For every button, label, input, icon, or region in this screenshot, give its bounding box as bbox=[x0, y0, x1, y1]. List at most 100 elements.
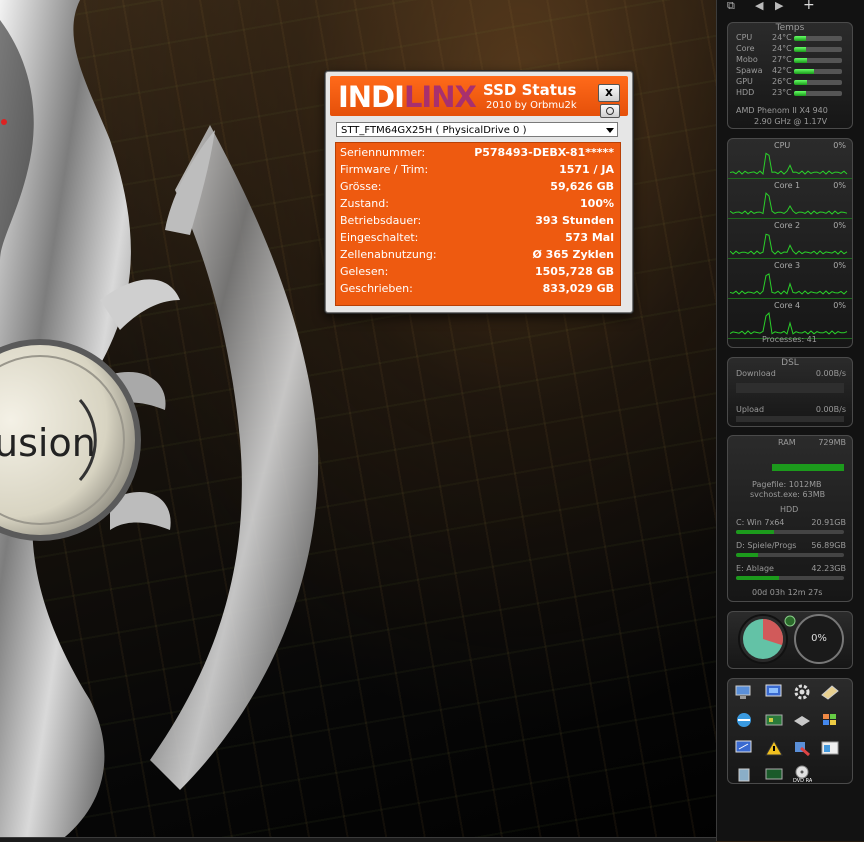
launcher-gadget[interactable]: DVD RAM bbox=[727, 678, 853, 784]
temps-gadget[interactable]: Temps CPU 24°C Core 24°C Mobo 27°C Spawa 42°C GP… bbox=[727, 22, 853, 129]
meter-percent: 0% bbox=[811, 633, 827, 644]
pagefile-value: Pagefile: 1012MB bbox=[752, 480, 822, 489]
temp-bar bbox=[794, 36, 842, 41]
cpu-model: AMD Phenom II X4 940 bbox=[736, 106, 828, 115]
cpu-gadget[interactable]: CPU 0% Core 1 0% Core 2 0% Core 3 0% Core 4 0% Pr… bbox=[727, 138, 853, 348]
notes-icon[interactable] bbox=[820, 683, 840, 701]
hdd-drive-name: C: Win 7x64 bbox=[736, 518, 785, 527]
temp-sensor-value: 24°C bbox=[772, 33, 792, 42]
uptime: 00d 03h 12m 27s bbox=[752, 588, 823, 597]
cpu-line-graph bbox=[730, 192, 848, 215]
temp-sensor-name: Spawa bbox=[736, 66, 763, 75]
hardware-card-icon[interactable] bbox=[764, 711, 784, 729]
cpu-graph-percent: 0% bbox=[833, 181, 846, 190]
hdd-usage-bar bbox=[736, 576, 844, 580]
window-subtitle: 2010 by Orbmu2k bbox=[486, 100, 577, 111]
cpu-line-graph bbox=[730, 273, 848, 295]
cpu-graphs: CPU 0% Core 1 0% Core 2 0% Core 3 0% Core 4 0% bbox=[728, 139, 852, 339]
info-row-read: Gelesen: 1505,728 GB bbox=[340, 265, 614, 278]
fusion-logo-text: usion bbox=[0, 421, 96, 465]
cpu-graph-percent: 0% bbox=[833, 261, 846, 270]
temp-bar bbox=[794, 47, 842, 52]
add-gadget-button[interactable]: + bbox=[803, 0, 815, 13]
temp-sensor-name: CPU bbox=[736, 33, 753, 42]
temp-sensor-name: Core bbox=[736, 44, 755, 53]
computer-icon[interactable] bbox=[734, 683, 754, 701]
cpu-line-graph bbox=[730, 152, 848, 176]
window-icon[interactable] bbox=[820, 739, 840, 757]
cpu-graph-label: Core 4 bbox=[774, 301, 801, 310]
sidebar-toolbar: ⧉ ◀ ▶ + bbox=[717, 0, 864, 14]
top-process: svchost.exe: 63MB bbox=[750, 490, 826, 499]
internet-explorer-icon[interactable] bbox=[734, 711, 754, 729]
gadget-sidebar: ⧉ ◀ ▶ + Temps CPU 24°C Core 24°C Mobo 27°C Spa… bbox=[716, 0, 864, 841]
cpu-graph-percent: 0% bbox=[833, 301, 846, 310]
temp-sensor-value: 42°C bbox=[772, 66, 792, 75]
close-button[interactable]: x bbox=[598, 84, 620, 102]
network-gadget[interactable]: DSL Download 0.00B/s Upload 0.00B/s bbox=[727, 357, 853, 427]
cpu-graph-percent: 0% bbox=[833, 221, 846, 230]
remote-desktop-icon[interactable] bbox=[734, 739, 754, 757]
cpu-graph-label: Core 1 bbox=[774, 181, 801, 190]
info-row-firmware: Firmware / Trim: 1571 / JA bbox=[340, 163, 614, 176]
temp-sensor-name: Mobo bbox=[736, 55, 758, 64]
chevron-down-icon bbox=[606, 128, 614, 133]
screenshot-icon[interactable] bbox=[600, 104, 620, 118]
temp-sensor-value: 26°C bbox=[772, 77, 792, 86]
cpu-graph-core-4: Core 4 0% bbox=[728, 299, 852, 339]
cpu-graph-percent: 0% bbox=[833, 141, 846, 150]
upload-value: 0.00B/s bbox=[815, 405, 846, 414]
drive-dropdown[interactable]: STT_FTM64GX25H ( PhysicalDrive 0 ) bbox=[336, 122, 618, 137]
info-row-health: Zustand: 100% bbox=[340, 197, 614, 210]
temp-bar bbox=[794, 58, 842, 63]
hdd-drive-name: E: Ablage bbox=[736, 564, 774, 573]
ssd-header: INDILINX SSD Status 2010 by Orbmu2k x bbox=[330, 76, 628, 118]
dvd-ram-drive-icon[interactable]: DVD RAM bbox=[792, 765, 817, 784]
meter-gadget[interactable]: 0% bbox=[727, 611, 853, 669]
download-label: Download bbox=[736, 369, 776, 378]
sidebar-window-icon[interactable]: ⧉ bbox=[727, 0, 735, 13]
hdd-title: HDD bbox=[780, 505, 799, 514]
indilinx-logo: INDILINX bbox=[338, 80, 477, 114]
tools-icon[interactable] bbox=[792, 739, 812, 757]
drive-icon[interactable] bbox=[792, 711, 812, 729]
warning-icon[interactable] bbox=[764, 739, 784, 757]
ram-usage-bar bbox=[772, 464, 844, 471]
temp-row: HDD 23°C bbox=[728, 88, 852, 99]
display-settings-icon[interactable] bbox=[764, 683, 784, 701]
temp-row: Spawa 42°C bbox=[728, 66, 852, 77]
dragon-wallpaper-art: usion bbox=[0, 0, 319, 841]
temp-sensor-value: 24°C bbox=[772, 44, 792, 53]
network-title: DSL bbox=[781, 358, 799, 368]
ssd-status-window: INDILINX SSD Status 2010 by Orbmu2k x ST… bbox=[325, 71, 633, 313]
info-row-size: Grösse: 59,626 GB bbox=[340, 180, 614, 193]
temp-row: GPU 26°C bbox=[728, 77, 852, 88]
temp-bar bbox=[794, 80, 842, 85]
recycle-bin-icon[interactable] bbox=[734, 765, 754, 783]
gear-icon[interactable] bbox=[792, 683, 812, 701]
cpu-frequency: 2.90 GHz @ 1.17V bbox=[754, 117, 828, 126]
nav-prev-icon[interactable]: ◀ bbox=[755, 0, 763, 12]
hdd-drive-free: 20.91GB bbox=[811, 518, 846, 527]
temp-bar bbox=[794, 69, 842, 74]
ssd-info-panel: Seriennummer: P578493-DEBX-81***** Firmwa… bbox=[335, 142, 621, 306]
temp-sensor-name: GPU bbox=[736, 77, 753, 86]
hdd-usage-bar bbox=[736, 553, 844, 557]
temp-row: CPU 24°C bbox=[728, 33, 852, 44]
cpu-line-graph bbox=[730, 233, 848, 255]
memory-icon[interactable] bbox=[764, 765, 784, 783]
process-count: Processes: 41 bbox=[762, 335, 817, 344]
drive-dropdown-value: STT_FTM64GX25H ( PhysicalDrive 0 ) bbox=[341, 125, 527, 136]
temp-bar bbox=[794, 91, 842, 96]
cpu-graph-label: CPU bbox=[774, 141, 791, 150]
ram-hdd-gadget[interactable]: RAM 729MB Pagefile: 1012MB svchost.exe: … bbox=[727, 435, 853, 602]
ram-title: RAM bbox=[778, 438, 796, 447]
upload-graph bbox=[736, 416, 844, 422]
cpu-graph-label: Core 2 bbox=[774, 221, 801, 230]
download-graph bbox=[736, 383, 844, 393]
cpu-graph-core-2: Core 2 0% bbox=[728, 219, 852, 259]
nav-next-icon[interactable]: ▶ bbox=[775, 0, 783, 12]
temps-title: Temps bbox=[775, 23, 805, 33]
windows-logo-icon[interactable] bbox=[820, 711, 840, 729]
upload-label: Upload bbox=[736, 405, 765, 414]
